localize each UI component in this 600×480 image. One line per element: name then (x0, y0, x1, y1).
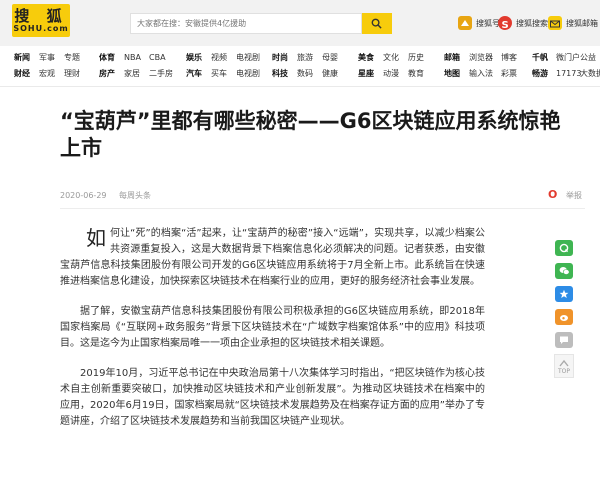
channel-link[interactable]: 17173 (556, 68, 581, 80)
channel-link[interactable]: 地图 (444, 68, 469, 80)
qq-zone-icon (559, 243, 569, 253)
channel-link[interactable]: 电视剧 (236, 52, 268, 64)
channel-link[interactable]: 体育 (99, 52, 124, 64)
logo-chinese: 搜 狐 (14, 7, 68, 25)
channel-link[interactable]: 财经 (14, 68, 39, 80)
channel-link[interactable]: 畅游 (532, 68, 556, 80)
channel-link[interactable]: 微门户 (556, 52, 580, 64)
channel-link[interactable]: 彩票 (501, 68, 531, 80)
svg-text:S: S (502, 20, 509, 31)
channel-link[interactable]: 房产 (99, 68, 124, 80)
channel-link[interactable]: 电视剧 (236, 68, 268, 80)
star-icon (559, 289, 569, 298)
report-link[interactable]: 举报 (566, 190, 582, 201)
channel-link[interactable]: 母婴 (322, 52, 347, 64)
channel-link[interactable]: 文化 (383, 52, 408, 64)
channel-link[interactable]: 邮箱 (444, 52, 469, 64)
channel-group-sports: 体育 NBA CBA 房产 家居 二手房 (99, 52, 179, 80)
sohu-mail-icon (548, 16, 562, 30)
sohu-o-icon: O (548, 188, 558, 201)
channel-link[interactable]: 健康 (322, 68, 347, 80)
search-button[interactable] (362, 13, 392, 34)
comment-icon (560, 336, 568, 344)
paragraph: 2019年10月，习近平总书记在中央政治局第十八次集体学习时指出，“把区块链作为… (60, 368, 485, 427)
channel-link[interactable]: 旅游 (297, 52, 322, 64)
channel-link[interactable]: 家居 (124, 68, 149, 80)
share-favorite-button[interactable] (555, 286, 573, 302)
paragraph-text: 何让“死”的档案“活”起来，让“宝葫芦的秘密”接入“远端”，实现共享，以减少档案… (60, 228, 485, 287)
channel-link[interactable]: 美食 (358, 52, 383, 64)
drop-cap: 如 (86, 226, 106, 250)
article-meta: 2020-06-29 每周头条 (60, 190, 161, 201)
channel-link[interactable]: 视频 (211, 52, 236, 64)
back-to-top-button[interactable]: TOP (554, 354, 574, 378)
article-body: 如何让“死”的档案“活”起来，让“宝葫芦的秘密”接入“远端”，实现共享，以减少档… (60, 226, 485, 444)
sohu-logo[interactable]: 搜 狐 SOHU.com (12, 4, 70, 37)
app-label: 搜狐号 (476, 18, 500, 28)
logo-english: SOHU.com (13, 24, 69, 33)
channel-link[interactable]: 专题 (64, 52, 89, 64)
channel-nav: 新闻 军事 专题 财经 宏观 理财 体育 NBA CBA 房产 家居 二手房 娱… (0, 46, 600, 87)
channel-link[interactable]: 科技 (272, 68, 297, 80)
channel-link[interactable]: CBA (149, 52, 179, 64)
channel-group-qianfan: 千帆 微门户 公益 畅游 17173 大数据 (532, 52, 600, 80)
channel-link[interactable]: 千帆 (532, 52, 556, 64)
channel-link[interactable]: 大数据 (580, 68, 600, 80)
channel-group-fashion: 时尚 旅游 母婴 科技 数码 健康 (272, 52, 347, 80)
app-sohu-mail[interactable]: 搜狐邮箱 (548, 16, 598, 30)
app-sohu-search[interactable]: S 搜狐搜索 (498, 16, 548, 31)
weibo-icon (559, 315, 568, 321)
app-sohu-hao[interactable]: 搜狐号 (458, 16, 500, 30)
channel-link[interactable]: 公益 (580, 52, 600, 64)
channel-link[interactable]: 历史 (408, 52, 433, 64)
channel-group-news: 新闻 军事 专题 财经 宏观 理财 (14, 52, 89, 80)
share-weibo-button[interactable] (555, 309, 573, 325)
channel-link[interactable]: 教育 (408, 68, 433, 80)
channel-link[interactable]: 输入法 (469, 68, 501, 80)
paragraph: 据了解，安徽宝葫芦信息科技集团股份有限公司积极承担的G6区块链应用系统，即201… (60, 306, 485, 349)
channel-link[interactable]: 博客 (501, 52, 531, 64)
channel-link[interactable]: 新闻 (14, 52, 39, 64)
app-label: 搜狐搜索 (516, 18, 548, 28)
share-wechat-button[interactable] (555, 263, 573, 279)
search-icon (371, 18, 382, 29)
sohu-search-icon: S (498, 16, 512, 31)
sohu-hao-icon (458, 16, 472, 30)
channel-link[interactable]: 二手房 (149, 68, 179, 80)
channel-link[interactable]: 动漫 (383, 68, 408, 80)
paragraph: 如何让“死”的档案“活”起来，让“宝葫芦的秘密”接入“远端”，实现共享，以减少档… (60, 226, 485, 290)
channel-link[interactable]: NBA (124, 52, 149, 64)
channel-link[interactable]: 浏览器 (469, 52, 501, 64)
channel-group-entertainment: 娱乐 视频 电视剧 汽车 买车 电视剧 (186, 52, 268, 80)
author-name[interactable]: 每周头条 (119, 191, 151, 200)
publish-date: 2020-06-29 (60, 191, 107, 200)
channel-link[interactable]: 数码 (297, 68, 322, 80)
search-input[interactable] (130, 13, 362, 34)
channel-group-mail: 邮箱 浏览器 博客 地图 输入法 彩票 (444, 52, 531, 80)
top-bar: 搜 狐 SOHU.com 搜狐号 S 搜狐搜索 搜狐邮箱 (0, 0, 600, 46)
channel-group-food: 美食 文化 历史 星座 动漫 教育 (358, 52, 433, 80)
channel-link[interactable]: 时尚 (272, 52, 297, 64)
channel-link[interactable]: 买车 (211, 68, 236, 80)
wechat-icon (559, 267, 569, 275)
channel-link[interactable]: 军事 (39, 52, 64, 64)
article-title: “宝葫芦”里都有哪些秘密——G6区块链应用系统惊艳上市 (60, 109, 561, 160)
share-qzone-button[interactable] (555, 240, 573, 256)
channel-link[interactable]: 星座 (358, 68, 383, 80)
app-label: 搜狐邮箱 (566, 18, 598, 28)
divider (60, 208, 585, 209)
comment-button[interactable] (555, 332, 573, 348)
channel-link[interactable]: 理财 (64, 68, 89, 80)
channel-link[interactable]: 汽车 (186, 68, 211, 80)
channel-link[interactable]: 宏观 (39, 68, 64, 80)
channel-link[interactable]: 娱乐 (186, 52, 211, 64)
back-to-top-label: TOP (557, 368, 570, 375)
